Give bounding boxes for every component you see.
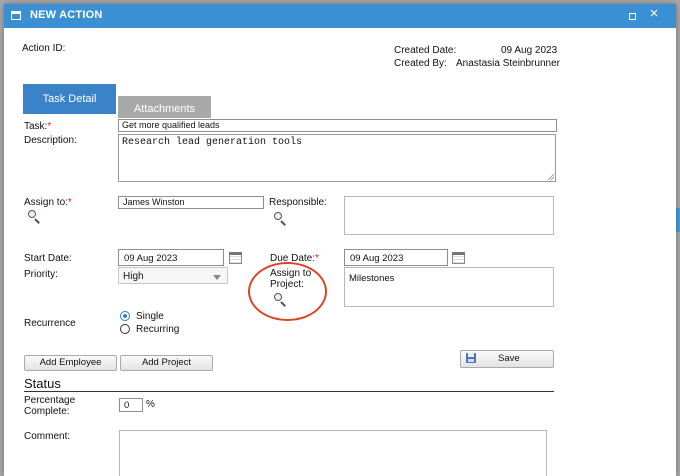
search-icon-handle [280, 220, 286, 226]
created-date-label: Created Date: [394, 45, 457, 56]
add-employee-button[interactable]: Add Employee [24, 355, 117, 371]
search-icon-handle [34, 218, 40, 224]
created-by-value: Anastasia Steinbrunner [456, 58, 560, 69]
window-icon [11, 11, 21, 20]
start-date-label: Start Date: [24, 253, 72, 264]
recurrence-recurring-label: Recurring [136, 324, 180, 335]
search-icon [28, 210, 36, 218]
percent-sign: % [146, 399, 155, 410]
task-label: Task:* [24, 121, 51, 132]
highlight-circle [248, 262, 327, 321]
close-icon: × [649, 5, 659, 22]
maximize-icon [629, 13, 636, 20]
tab-task-detail[interactable]: Task Detail [23, 84, 116, 114]
tab-attachments[interactable]: Attachments [118, 96, 211, 118]
priority-label: Priority: [24, 269, 58, 280]
due-date-input[interactable]: 09 Aug 2023 [344, 249, 448, 266]
due-date-calendar-icon[interactable] [452, 252, 465, 264]
resize-handle-icon[interactable] [548, 174, 554, 180]
recurrence-recurring-radio[interactable] [120, 324, 130, 334]
percentage-label-line1: Percentage [24, 395, 76, 406]
project-field[interactable]: Milestones [344, 267, 554, 307]
add-project-button[interactable]: Add Project [120, 355, 213, 371]
percentage-input[interactable]: 0 [119, 398, 143, 412]
status-section-title: Status [24, 376, 61, 391]
close-button[interactable]: × [647, 5, 661, 23]
responsible-label: Responsible: [269, 197, 327, 208]
action-id-label: Action ID: [22, 43, 66, 54]
recurrence-label: Recurrence [24, 318, 76, 329]
assign-to-input[interactable]: James Winston [118, 196, 264, 209]
assign-to-label-text: Assign to: [24, 197, 68, 208]
task-input[interactable]: Get more qualified leads [118, 119, 557, 132]
created-date-value: 09 Aug 2023 [501, 45, 558, 56]
search-icon [274, 212, 282, 220]
maximize-button[interactable] [625, 9, 639, 23]
dialog-title: NEW ACTION [30, 9, 103, 21]
priority-value: High [123, 271, 144, 282]
new-action-dialog: NEW ACTION × Action ID: Created Date: 09… [4, 4, 676, 476]
comment-label: Comment: [24, 431, 71, 442]
task-label-text: Task: [24, 121, 48, 132]
start-date-calendar-icon[interactable] [229, 252, 242, 264]
comment-textarea[interactable] [119, 430, 547, 476]
required-marker: * [67, 197, 72, 208]
priority-select[interactable]: High [118, 267, 228, 284]
background-window-edge [676, 208, 680, 232]
description-label: Description: [24, 135, 77, 146]
start-date-input[interactable]: 09 Aug 2023 [118, 249, 224, 266]
responsible-search-button[interactable] [271, 210, 289, 228]
required-marker: * [47, 121, 52, 132]
save-disk-icon [466, 353, 476, 363]
percentage-label-line2: Complete: [24, 406, 70, 417]
required-marker: * [315, 253, 319, 264]
description-text: Research lead generation tools [122, 137, 303, 148]
created-by-label: Created By: [394, 58, 447, 69]
recurrence-single-radio[interactable] [120, 311, 130, 321]
save-button[interactable]: Save [460, 350, 554, 368]
description-textarea[interactable]: Research lead generation tools [118, 134, 556, 182]
responsible-field[interactable] [344, 196, 554, 235]
assign-to-label: Assign to:* [24, 197, 72, 208]
assign-to-search-button[interactable] [25, 208, 43, 226]
recurrence-single-label: Single [136, 311, 164, 322]
save-button-label: Save [498, 353, 520, 364]
title-bar: NEW ACTION × [4, 4, 676, 28]
chevron-down-icon [213, 275, 221, 280]
status-divider [24, 391, 554, 392]
